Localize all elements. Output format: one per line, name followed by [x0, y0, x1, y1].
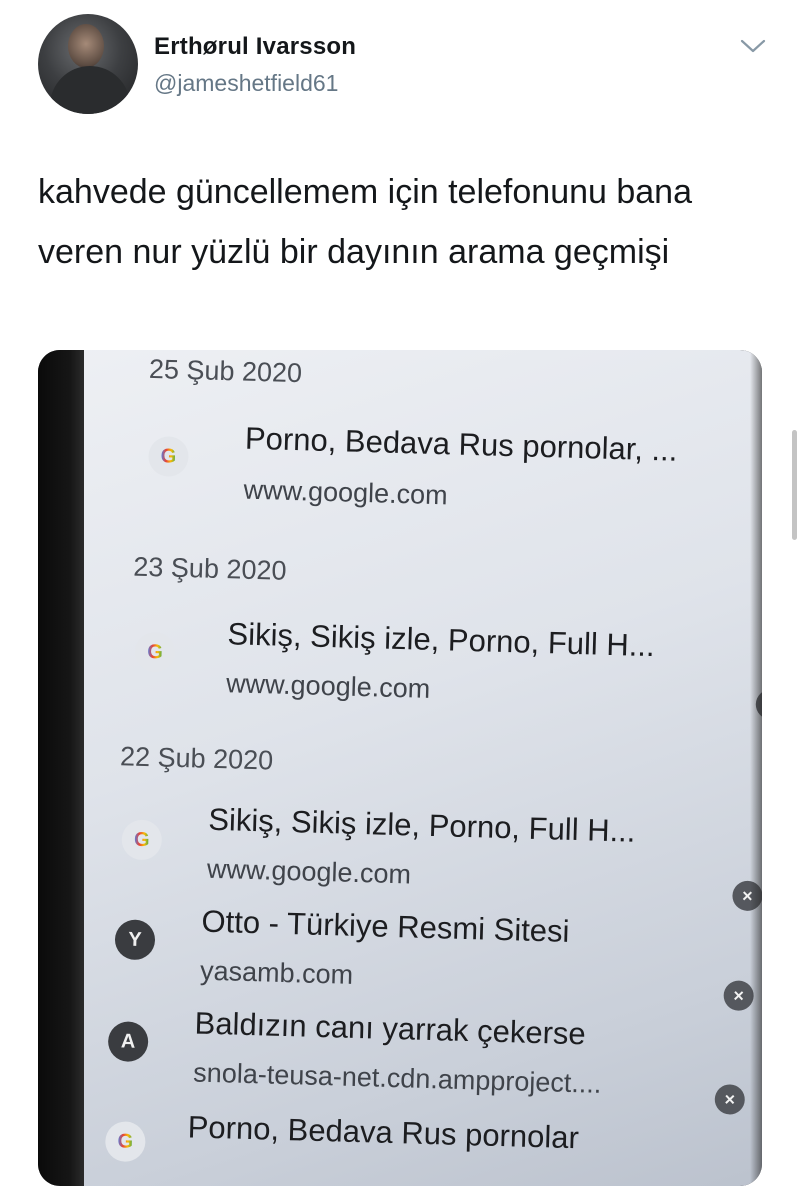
avatar-body: [50, 66, 130, 114]
history-item-title[interactable]: Porno, Bedava Rus pornolar: [187, 1109, 579, 1156]
site-letter-icon: A: [107, 1021, 149, 1063]
history-item-title[interactable]: Sikiş, Sikiş izle, Porno, Full H...: [208, 802, 636, 850]
google-icon: G: [104, 1121, 146, 1163]
display-name[interactable]: Erthørul Ivarsson: [154, 33, 356, 61]
history-date: 25 Şub 2020: [148, 353, 303, 389]
avatar[interactable]: [38, 14, 138, 114]
phone-screen: 25 Şub 2020 G Porno, Bedava Rus pornolar…: [54, 350, 762, 1186]
history-item-url: www.google.com: [243, 474, 449, 511]
user-handle[interactable]: @jameshetfield61: [154, 70, 338, 97]
google-icon: G: [134, 631, 176, 673]
history-item-url: www.google.com: [206, 853, 412, 890]
history-item-title[interactable]: Otto - Türkiye Resmi Sitesi: [201, 904, 570, 950]
history-item-url: www.google.com: [225, 668, 431, 704]
google-icon: G: [121, 819, 163, 861]
phone-bezel-right: [750, 350, 762, 1186]
history-item-title[interactable]: Porno, Bedava Rus pornolar, ...: [245, 421, 678, 469]
history-date: 23 Şub 2020: [132, 551, 287, 586]
history-date: 22 Şub 2020: [119, 741, 274, 776]
history-item-title[interactable]: Sikiş, Sikiş izle, Porno, Full H...: [227, 616, 655, 664]
history-item-url: yasamb.com: [199, 955, 354, 990]
history-item-url: snola-teusa-net.cdn.ampproject....: [192, 1057, 602, 1099]
page-scrollbar[interactable]: [792, 430, 797, 540]
chevron-down-icon[interactable]: [740, 38, 766, 54]
site-letter-icon: Y: [114, 919, 156, 961]
phone-bezel: [38, 350, 84, 1186]
tweet-photo[interactable]: 25 Şub 2020 G Porno, Bedava Rus pornolar…: [38, 350, 762, 1186]
close-icon[interactable]: ×: [714, 1084, 746, 1115]
tweet-text: kahvede güncellemem için telefonunu bana…: [38, 173, 693, 271]
google-icon: G: [147, 435, 190, 478]
history-item-title[interactable]: Baldızın canı yarrak çekerse: [194, 1005, 586, 1052]
avatar-face: [68, 24, 104, 68]
